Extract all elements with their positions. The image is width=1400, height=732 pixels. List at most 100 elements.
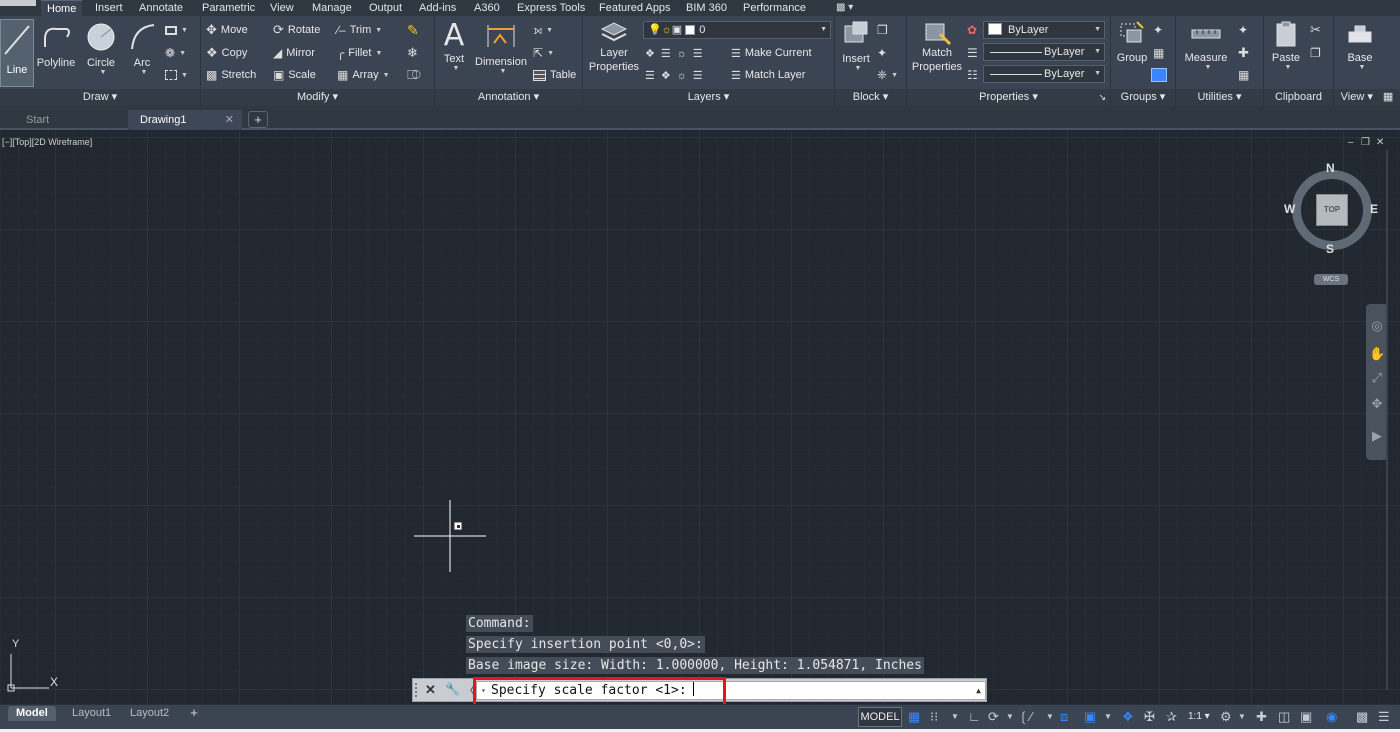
tab-express-tools[interactable]: Express Tools [511, 0, 591, 16]
block-attribute-button[interactable]: ❈ ▼ [877, 66, 898, 84]
ribbon-options-icon[interactable]: ▩ ▾ [836, 2, 853, 13]
customization-menu-icon[interactable]: ☰ [1378, 709, 1390, 725]
tab-parametric[interactable]: Parametric [196, 0, 261, 16]
mirror-button[interactable]: ◢ Mirror [273, 44, 315, 62]
viewcube[interactable]: TOP N S E W [1282, 160, 1382, 260]
recent-commands-icon[interactable]: ▲ [976, 682, 981, 699]
drawing-canvas[interactable]: [−][Top][2D Wireframe] – ❐ ✕ [0, 132, 1400, 704]
compass-south[interactable]: S [1326, 242, 1334, 256]
rectangle-button[interactable]: ▼ [165, 21, 188, 39]
close-viewport-icon[interactable]: ✕ [1376, 137, 1384, 148]
match-properties-button[interactable]: Match Properties [909, 20, 965, 74]
trim-button[interactable]: ∕– Trim ▼ [337, 21, 382, 39]
command-line-grip[interactable] [415, 683, 421, 697]
model-space-button[interactable]: MODEL [858, 707, 902, 727]
circle-dropdown-icon[interactable]: ▼ [86, 69, 120, 76]
compass-west[interactable]: W [1284, 202, 1295, 216]
layer-tools-row1[interactable]: ❖☰☼☰ [645, 44, 709, 62]
block-panel-title[interactable]: Block ▾ [835, 89, 906, 106]
tab-performance[interactable]: Performance [737, 0, 812, 16]
tab-a360[interactable]: A360 [468, 0, 506, 16]
base-button[interactable]: Base ▼ [1340, 20, 1380, 71]
modify-panel-title[interactable]: Modify ▾ [201, 89, 434, 106]
drawing1-tab[interactable]: Drawing1 ✕ [128, 110, 242, 130]
polar-dropdown-icon[interactable]: ▼ [1006, 709, 1014, 725]
group-edit-button[interactable]: ▦ [1153, 44, 1164, 62]
quick-calc-button[interactable]: ✦ [1238, 21, 1248, 39]
boundary-button[interactable]: ▼ [165, 66, 188, 84]
tab-annotate[interactable]: Annotate [133, 0, 189, 16]
minimize-viewport-icon[interactable]: – [1348, 137, 1354, 148]
orbit-icon[interactable]: ✥ [1369, 396, 1385, 412]
group-select-button[interactable] [1151, 66, 1167, 84]
wcs-menu[interactable]: WCS [1314, 274, 1348, 285]
snap-dropdown-icon[interactable]: ▼ [951, 709, 959, 725]
linear-dim-button[interactable]: ⇱ ▼ [533, 44, 554, 62]
layer-tools-row2[interactable]: ☰❖☼☰ [645, 66, 709, 84]
osnap-dropdown-icon[interactable]: ▼ [1104, 709, 1112, 725]
tracking-dropdown-icon[interactable]: ▼ [1046, 709, 1054, 725]
object-snap-tracking-icon[interactable]: ∕ [1030, 709, 1032, 725]
arc-dropdown-icon[interactable]: ▼ [128, 69, 160, 76]
table-button[interactable]: Table [533, 66, 576, 84]
graphics-performance-icon[interactable]: ◉ [1326, 709, 1337, 725]
circle-button[interactable]: Circle ▼ [82, 21, 120, 76]
annotation-panel-title[interactable]: Annotation ▾ [435, 89, 582, 106]
create-block-button[interactable]: ❒ [877, 21, 888, 39]
panel-options-icon[interactable]: ▦ [1383, 91, 1393, 103]
quick-access-button[interactable] [0, 0, 36, 6]
layout2-tab[interactable]: Layout2 [122, 706, 177, 721]
tab-manage[interactable]: Manage [306, 0, 358, 16]
properties-dialog-launcher-icon[interactable]: ↘ [1098, 89, 1106, 106]
utilities-panel-title[interactable]: Utilities ▾ [1176, 89, 1263, 106]
new-tab-button[interactable]: + [248, 111, 268, 128]
stretch-button[interactable]: ▩ Stretch [206, 66, 256, 84]
quick-properties-icon[interactable]: ▣ [1300, 709, 1312, 725]
zoom-extents-icon[interactable]: ⤢ [1369, 370, 1385, 386]
id-point-button[interactable]: ✚ [1238, 44, 1249, 62]
ungroup-button[interactable]: ✦ [1153, 21, 1163, 39]
polar-icon[interactable]: ⟳ [988, 709, 999, 725]
steering-wheel-icon[interactable]: ◎ [1369, 318, 1385, 334]
calculator-button[interactable]: ▦ [1238, 66, 1249, 84]
move-button[interactable]: ✥ Move [206, 21, 248, 39]
edit-block-button[interactable]: ✦ [877, 44, 887, 62]
lineweight-display-icon[interactable]: ▣ [1084, 709, 1096, 725]
line-button[interactable]: Line [0, 19, 34, 87]
linetype-icon-button[interactable]: ☷ [967, 66, 978, 84]
start-tab[interactable]: Start [14, 110, 124, 130]
tab-home[interactable]: Home [41, 0, 83, 16]
color-icon-button[interactable]: ✿ [967, 21, 977, 39]
group-button[interactable]: Group [1113, 20, 1151, 64]
tab-output[interactable]: Output [363, 0, 408, 16]
layout1-tab[interactable]: Layout1 [64, 706, 119, 721]
compass-east[interactable]: E [1370, 202, 1378, 216]
object-snap-icon[interactable]: ⧈ [1060, 709, 1068, 725]
isodraft-icon[interactable]: ❲ [1018, 709, 1029, 725]
hatch-button[interactable]: ❁ ▼ [165, 44, 186, 62]
dimension-button[interactable]: Dimension ▼ [473, 21, 529, 75]
new-layout-button[interactable]: + [186, 706, 202, 721]
tab-insert[interactable]: Insert [89, 0, 129, 16]
ortho-icon[interactable]: ∟ [968, 709, 981, 725]
cut-button[interactable]: ✂ [1310, 21, 1321, 39]
draw-panel-title[interactable]: Draw ▾ [0, 89, 200, 106]
color-dropdown[interactable]: ByLayer ▼ [983, 21, 1105, 39]
snap-icon[interactable]: ⁝⁝ [930, 709, 938, 725]
units-icon[interactable]: ◫ [1278, 709, 1290, 725]
insert-button[interactable]: Insert ▼ [837, 20, 875, 72]
vertical-scrollbar[interactable] [1386, 150, 1388, 690]
restore-viewport-icon[interactable]: ❐ [1361, 137, 1370, 148]
customize-wrench-icon[interactable]: 🔧 [445, 682, 460, 696]
measure-button[interactable]: Measure ▼ [1180, 20, 1232, 71]
tab-featured-apps[interactable]: Featured Apps [593, 0, 677, 16]
scale-button[interactable]: ▣ Scale [273, 66, 316, 84]
layers-panel-title[interactable]: Layers ▾ [583, 89, 834, 106]
make-current-button[interactable]: ☰ Make Current [731, 44, 812, 62]
explode-button[interactable]: ❄ [407, 44, 418, 62]
groups-panel-title[interactable]: Groups ▾ [1111, 89, 1175, 106]
tab-add-ins[interactable]: Add-ins [413, 0, 462, 16]
model-layout-tab[interactable]: Model [8, 706, 56, 721]
auto-scale-icon[interactable]: ✠ [1144, 709, 1155, 725]
annotation-visibility-icon[interactable]: ❖ [1122, 709, 1134, 725]
